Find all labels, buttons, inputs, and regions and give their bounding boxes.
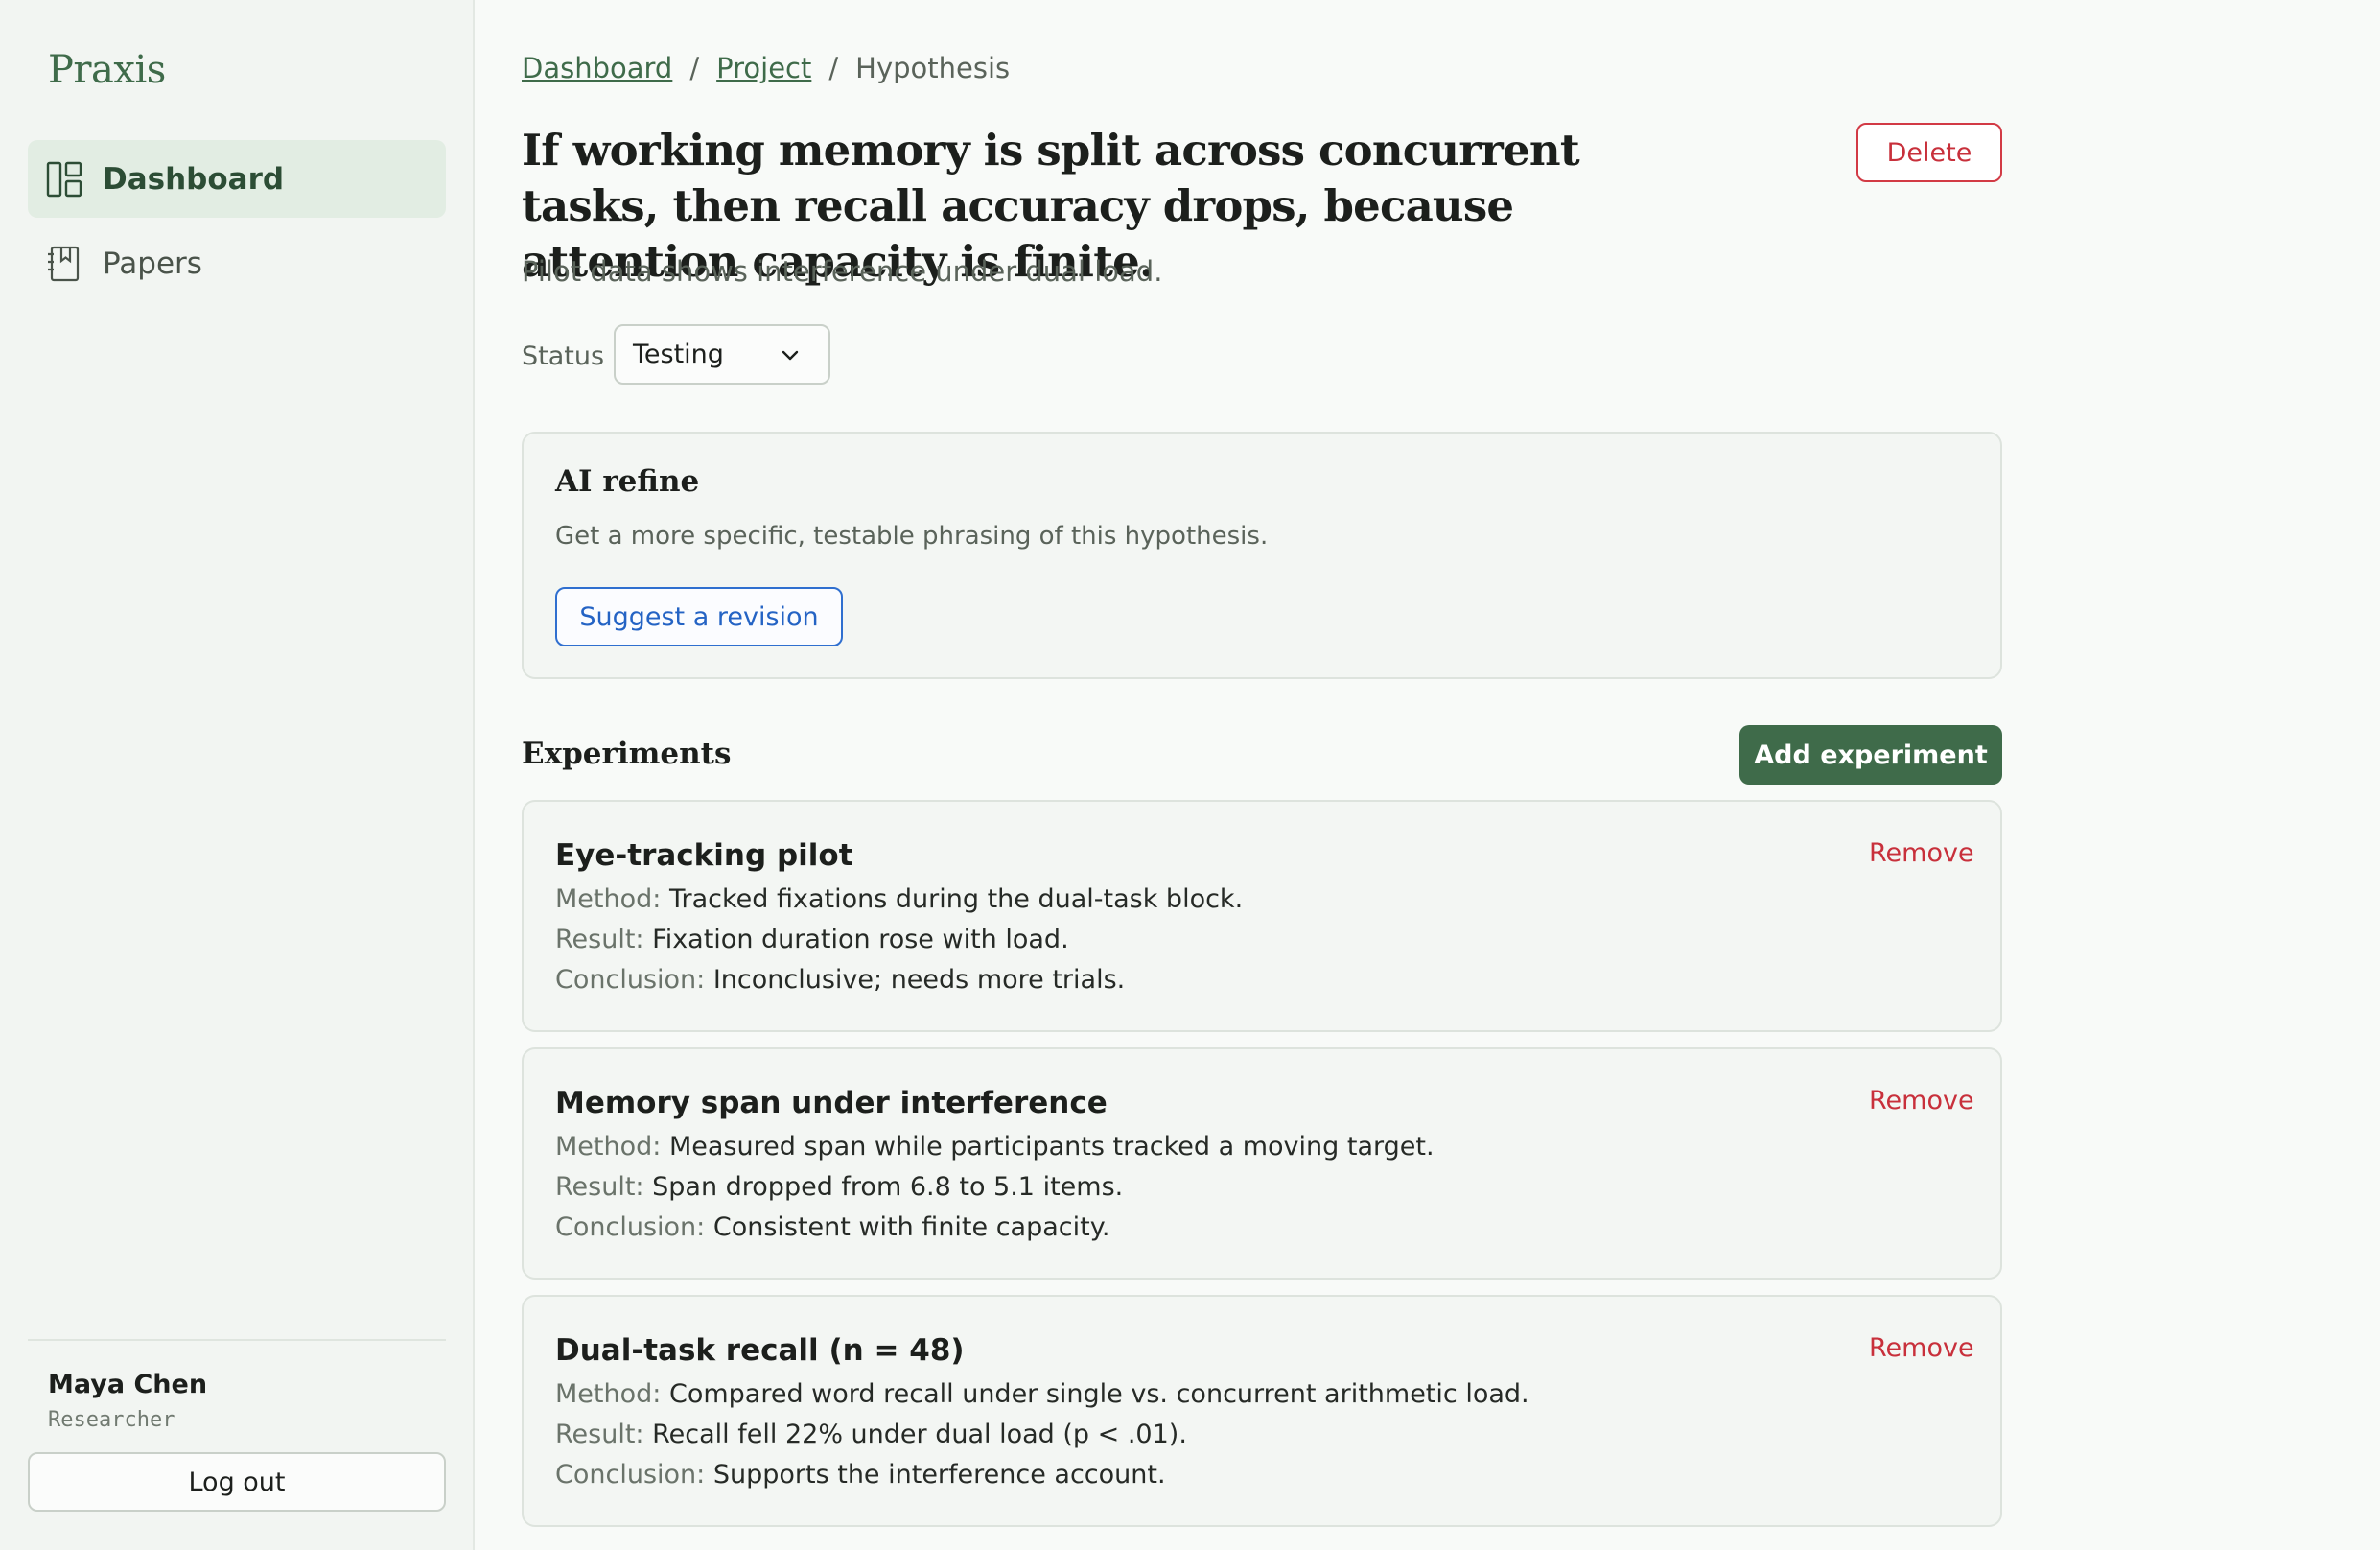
status-selected-value: Testing <box>633 340 724 369</box>
brand-logo[interactable]: Praxis <box>48 48 166 92</box>
breadcrumb-dashboard-link[interactable]: Dashboard <box>522 52 672 84</box>
delete-button[interactable]: Delete <box>1856 123 2002 182</box>
experiment-card: Eye-tracking pilot Remove Method: Tracke… <box>522 800 2002 1032</box>
breadcrumb-current: Hypothesis <box>855 52 1011 84</box>
method-value: Measured span while participants tracked… <box>668 1132 1435 1162</box>
conclusion-value: Consistent with finite capacity. <box>712 1212 1110 1242</box>
logout-button[interactable]: Log out <box>28 1452 446 1512</box>
experiment-method: Method: Compared word recall under singl… <box>555 1379 1529 1409</box>
user-name: Maya Chen <box>48 1370 208 1399</box>
add-experiment-button[interactable]: Add experiment <box>1739 725 2002 785</box>
conclusion-key: Conclusion: <box>555 1460 706 1490</box>
layout-dashboard-icon <box>45 160 83 199</box>
suggest-revision-button[interactable]: Suggest a revision <box>555 587 843 646</box>
experiment-title: Dual-task recall (n = 48) <box>555 1333 965 1368</box>
breadcrumb: Dashboard / Project / Hypothesis <box>522 52 1010 84</box>
method-key: Method: <box>555 1132 662 1162</box>
sidebar-item-label: Dashboard <box>103 161 285 197</box>
result-key: Result: <box>555 1172 644 1202</box>
result-value: Span dropped from 6.8 to 5.1 items. <box>652 1172 1124 1202</box>
experiment-card: Memory span under interference Remove Me… <box>522 1047 2002 1280</box>
result-value: Fixation duration rose with load. <box>652 925 1069 954</box>
experiment-conclusion: Conclusion: Inconclusive; needs more tri… <box>555 965 1125 995</box>
experiment-result: Result: Recall fell 22% under dual load … <box>555 1420 1187 1449</box>
experiment-title: Memory span under interference <box>555 1086 1108 1120</box>
ai-refine-title: AI refine <box>555 464 700 499</box>
status-label: Status <box>522 341 605 371</box>
remove-experiment-button[interactable]: Remove <box>1869 1086 1974 1116</box>
method-key: Method: <box>555 1379 662 1409</box>
experiment-conclusion: Conclusion: Consistent with finite capac… <box>555 1212 1109 1242</box>
experiment-result: Result: Span dropped from 6.8 to 5.1 ite… <box>555 1172 1123 1202</box>
page-subtitle: Pilot data shows interference under dual… <box>522 255 1163 288</box>
ai-refine-description: Get a more specific, testable phrasing o… <box>555 522 1269 551</box>
method-value: Tracked fixations during the dual-task b… <box>668 884 1244 914</box>
experiment-result: Result: Fixation duration rose with load… <box>555 925 1069 954</box>
result-key: Result: <box>555 1420 644 1449</box>
method-value: Compared word recall under single vs. co… <box>668 1379 1529 1409</box>
status-select[interactable]: Testing <box>614 324 830 385</box>
conclusion-value: Inconclusive; needs more trials. <box>712 965 1126 995</box>
bookmark-book-icon <box>45 245 83 283</box>
experiments-title: Experiments <box>522 737 732 771</box>
result-value: Recall fell 22% under dual load (p < .01… <box>652 1420 1187 1449</box>
sidebar-divider <box>28 1339 446 1341</box>
conclusion-key: Conclusion: <box>555 1212 706 1242</box>
experiment-method: Method: Measured span while participants… <box>555 1132 1435 1162</box>
experiment-card: Dual-task recall (n = 48) Remove Method:… <box>522 1295 2002 1527</box>
user-role: Researcher <box>48 1408 175 1432</box>
sidebar: Praxis Dashboard Papers Maya Chen Resear… <box>0 0 475 1550</box>
sidebar-item-label: Papers <box>103 246 202 281</box>
sidebar-item-dashboard[interactable]: Dashboard <box>28 140 446 218</box>
remove-experiment-button[interactable]: Remove <box>1869 1333 1974 1363</box>
method-key: Method: <box>555 884 662 914</box>
ai-refine-card: AI refine Get a more specific, testable … <box>522 432 2002 679</box>
result-key: Result: <box>555 925 644 954</box>
breadcrumb-separator: / <box>689 52 700 84</box>
conclusion-key: Conclusion: <box>555 965 706 995</box>
chevron-down-icon <box>782 350 799 360</box>
experiment-method: Method: Tracked fixations during the dua… <box>555 884 1243 914</box>
sidebar-item-papers[interactable]: Papers <box>28 224 446 302</box>
breadcrumb-project-link[interactable]: Project <box>716 52 811 84</box>
experiment-conclusion: Conclusion: Supports the interference ac… <box>555 1460 1166 1490</box>
remove-experiment-button[interactable]: Remove <box>1869 838 1974 868</box>
breadcrumb-separator: / <box>828 52 839 84</box>
experiment-title: Eye-tracking pilot <box>555 838 853 873</box>
conclusion-value: Supports the interference account. <box>712 1460 1166 1490</box>
